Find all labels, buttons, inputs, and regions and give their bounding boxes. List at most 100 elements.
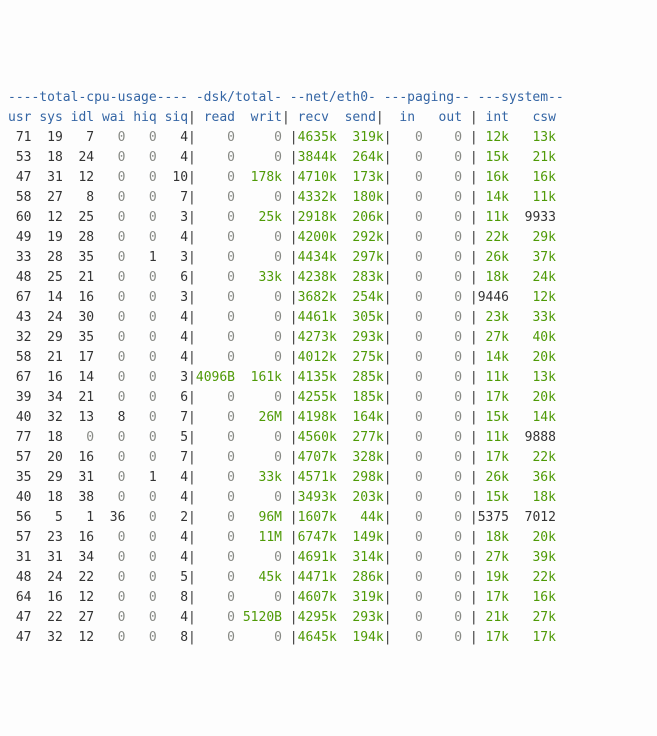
out-16: 0 [423, 450, 462, 465]
sep-pg-22: | [462, 570, 478, 585]
recv-25: 4645k [298, 630, 337, 645]
sep-cpu-11: | [188, 350, 196, 365]
hiq-18: 0 [125, 490, 156, 505]
siq-19: 2 [157, 510, 188, 525]
int-5: 22k [478, 230, 509, 245]
idl-24: 27 [63, 610, 94, 625]
sep-dsk-17: | [282, 470, 298, 485]
sep-cpu-9: | [188, 310, 196, 325]
siq-10: 4 [157, 330, 188, 345]
send-12: 285k [337, 370, 384, 385]
usr-1: 53 [8, 150, 31, 165]
int-2: 16k [478, 170, 509, 185]
send-8: 254k [337, 290, 384, 305]
sep-pg-0: | [462, 130, 478, 145]
siq-5: 4 [157, 230, 188, 245]
sep-net-9: | [384, 310, 392, 325]
recv-12: 4135k [298, 370, 337, 385]
sep-dsk-5: | [282, 230, 298, 245]
csw-22: 22k [509, 570, 556, 585]
sep-net-4: | [384, 210, 392, 225]
sys-15: 18 [31, 430, 62, 445]
send-1: 264k [337, 150, 384, 165]
header-col-6: wai [102, 110, 125, 125]
recv-17: 4571k [298, 470, 337, 485]
sep-dsk-7: | [282, 270, 298, 285]
csw-10: 40k [509, 330, 556, 345]
sep-cpu-25: | [188, 630, 196, 645]
header-group-5 [376, 90, 384, 105]
sep-cpu-23: | [188, 590, 196, 605]
usr-14: 40 [8, 410, 31, 425]
usr-8: 67 [8, 290, 31, 305]
sep-net-1: | [384, 150, 392, 165]
sep-dsk-16: | [282, 450, 298, 465]
out-15: 0 [423, 430, 462, 445]
sep-cpu-22: | [188, 570, 196, 585]
usr-10: 32 [8, 330, 31, 345]
sys-18: 18 [31, 490, 62, 505]
writ-12: 161k [235, 370, 282, 385]
header-group-8: ---system-- [478, 90, 564, 105]
hiq-24: 0 [125, 610, 156, 625]
sys-13: 34 [31, 390, 62, 405]
out-7: 0 [423, 270, 462, 285]
sys-1: 18 [31, 150, 62, 165]
read-22: 0 [196, 570, 235, 585]
writ-0: 0 [235, 130, 282, 145]
csw-20: 20k [509, 530, 556, 545]
read-4: 0 [196, 210, 235, 225]
sep-dsk-18: | [282, 490, 298, 505]
out-10: 0 [423, 330, 462, 345]
csw-3: 11k [509, 190, 556, 205]
idl-21: 34 [63, 550, 94, 565]
out-12: 0 [423, 370, 462, 385]
idl-19: 1 [63, 510, 94, 525]
idl-8: 16 [63, 290, 94, 305]
sep-cpu-17: | [188, 470, 196, 485]
out-22: 0 [423, 570, 462, 585]
read-15: 0 [196, 430, 235, 445]
writ-13: 0 [235, 390, 282, 405]
siq-17: 4 [157, 470, 188, 485]
recv-8: 3682k [298, 290, 337, 305]
hiq-22: 0 [125, 570, 156, 585]
sep-dsk-9: | [282, 310, 298, 325]
send-3: 180k [337, 190, 384, 205]
sep-dsk-20: | [282, 530, 298, 545]
siq-0: 4 [157, 130, 188, 145]
sep-cpu-21: | [188, 550, 196, 565]
recv-15: 4560k [298, 430, 337, 445]
siq-3: 7 [157, 190, 188, 205]
read-9: 0 [196, 310, 235, 325]
send-11: 275k [337, 350, 384, 365]
wai-23: 0 [94, 590, 125, 605]
header-col-16: recv [290, 110, 329, 125]
sys-6: 28 [31, 250, 62, 265]
sep-pg-13: | [462, 390, 478, 405]
hiq-7: 0 [125, 270, 156, 285]
send-10: 293k [337, 330, 384, 345]
sep-cpu-16: | [188, 450, 196, 465]
send-15: 277k [337, 430, 384, 445]
sep-cpu-14: | [188, 410, 196, 425]
sep-net-3: | [384, 190, 392, 205]
usr-11: 58 [8, 350, 31, 365]
sep-pg-11: | [462, 350, 478, 365]
sep-cpu-0: | [188, 130, 196, 145]
header-col-11: | [188, 110, 196, 125]
hiq-1: 0 [125, 150, 156, 165]
idl-3: 8 [63, 190, 94, 205]
sys-16: 20 [31, 450, 62, 465]
sys-24: 22 [31, 610, 62, 625]
sep-cpu-12: | [188, 370, 196, 385]
in-11: 0 [392, 350, 423, 365]
sys-14: 32 [31, 410, 62, 425]
in-2: 0 [392, 170, 423, 185]
in-21: 0 [392, 550, 423, 565]
recv-0: 4635k [298, 130, 337, 145]
in-0: 0 [392, 130, 423, 145]
send-5: 292k [337, 230, 384, 245]
sep-pg-17: | [462, 470, 478, 485]
usr-2: 47 [8, 170, 31, 185]
